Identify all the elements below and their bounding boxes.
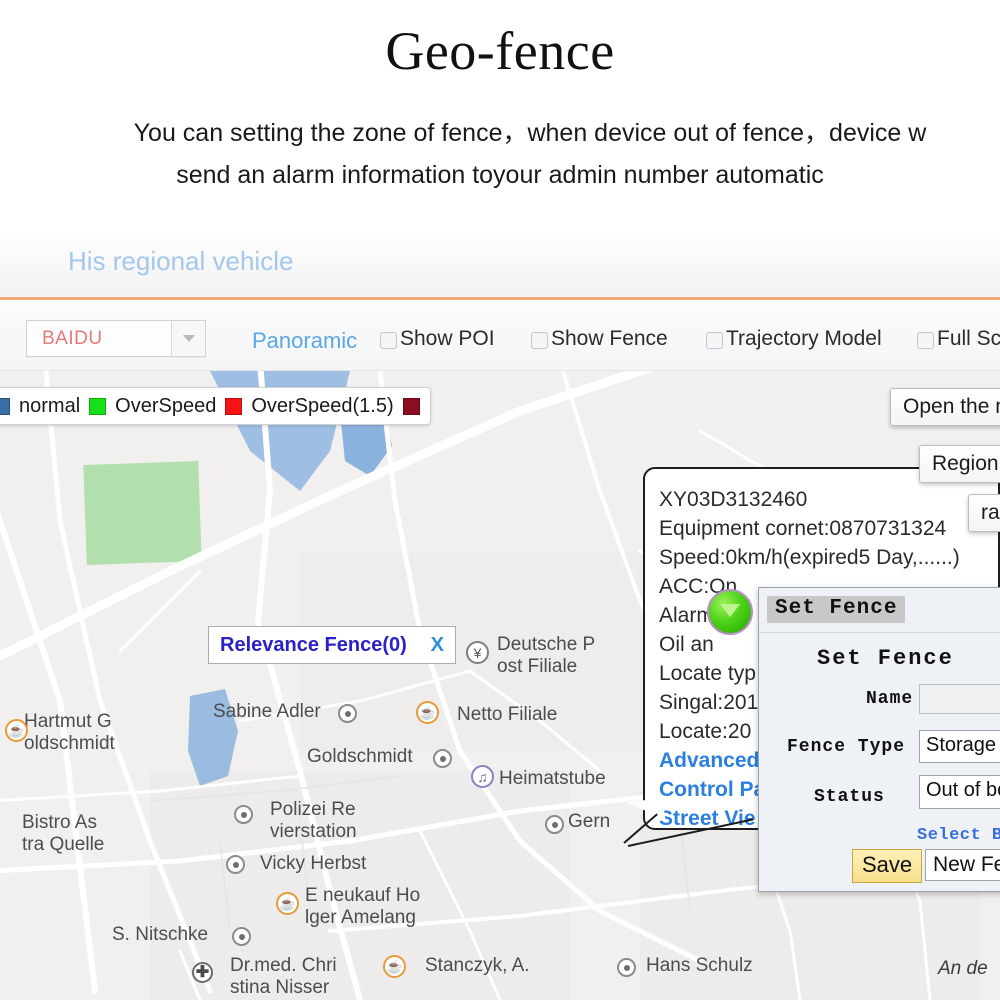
open-the-map-button[interactable]: Open the m [890, 388, 1000, 426]
region-button[interactable]: Region [919, 445, 1000, 483]
checkbox-icon[interactable] [531, 331, 548, 349]
checkbox-trajectory-model[interactable]: Trajectory Model [706, 327, 882, 351]
close-icon[interactable]: X [431, 634, 444, 657]
map-annotation: An de [938, 958, 988, 979]
map-label: Vicky Herbst [260, 853, 367, 874]
map-label: S. Nitschke [112, 924, 209, 945]
checkbox-icon[interactable] [380, 331, 397, 349]
subtitle-line-1: You can setting the zone of fence，when d… [133, 119, 927, 147]
fence-type-label: Fence Type [787, 737, 906, 757]
dialog-divider [759, 632, 1000, 633]
checkbox-icon[interactable] [706, 331, 723, 349]
hospital-icon: ✚ [192, 962, 213, 983]
map-label: Hartmut Goldschmidt [24, 711, 115, 754]
name-label: Name [866, 689, 914, 709]
checkbox-label: Trajectory Model [726, 327, 882, 350]
save-button[interactable]: Save [852, 849, 923, 883]
music-icon: ♫ [471, 765, 494, 788]
new-fence-field[interactable]: New Fe [925, 849, 1000, 881]
chevron-down-icon[interactable] [171, 321, 205, 356]
legend-label-overspeed15: OverSpeed(1.5) [251, 394, 394, 417]
legend-swatch-green [89, 397, 107, 415]
set-fence-dialog: Set Fence Set Fence Name Fence Type Stor… [758, 587, 1000, 892]
poi-dot-icon [433, 749, 452, 768]
checkbox-icon[interactable] [917, 331, 934, 349]
poi-dot-icon [338, 704, 357, 723]
map-label: Deutsche Post Filiale [497, 634, 596, 677]
legend-swatch-darkred [402, 397, 420, 415]
device-speed: Speed:0km/h(expired5 Day,......) [659, 546, 960, 569]
page-subtitle: You can setting the zone of fence，when d… [0, 112, 1000, 196]
subtitle-line-2: send an alarm information toyour admin n… [176, 161, 824, 189]
dialog-title: Set Fence [767, 596, 906, 623]
poi-dot-icon [232, 927, 251, 946]
bank-icon: ¥ [466, 641, 489, 664]
checkbox-label: Full Sc [937, 327, 1000, 350]
page-title: Geo-fence [385, 21, 615, 81]
restaurant-icon: ☕ [5, 719, 28, 742]
legend-label-normal: normal [19, 394, 81, 417]
map-label: Bistro As tra Quelle [22, 812, 105, 855]
poi-dot-icon [545, 815, 564, 834]
device-id: XY03D3132460 [659, 488, 808, 511]
radius-button[interactable]: ra [968, 494, 1000, 532]
relevance-fence-label: Relevance Fence(0) [220, 633, 407, 656]
speed-legend: normal OverSpeed OverSpeed(1.5) [0, 387, 431, 425]
map-provider-select[interactable]: BAIDU [26, 320, 206, 357]
poi-dot-icon [234, 805, 253, 824]
map-label: Sabine Adler [213, 701, 321, 722]
restaurant-icon: ☕ [276, 892, 299, 915]
poi-dot-icon [226, 855, 245, 874]
legend-label-overspeed: OverSpeed [115, 394, 217, 417]
map-label: Goldschmidt [307, 746, 413, 767]
checkbox-label: Show Fence [551, 327, 668, 350]
map-label: Dr.med. Chri stina Nisser [230, 955, 337, 998]
checkbox-label: Show POI [400, 327, 495, 350]
restaurant-icon: ☕ [383, 955, 406, 978]
slide-header: Geo-fence You can setting the zone of fe… [0, 0, 1000, 232]
map-label: Hans Schulz [646, 955, 753, 976]
status-select[interactable]: Out of bo [919, 775, 1000, 809]
poi-dot-icon [617, 958, 636, 977]
checkbox-full-screen[interactable]: Full Sc [917, 327, 1000, 351]
app-band-title: His regional vehicle [68, 246, 294, 276]
device-cornet: Equipment cornet:0870731324 [659, 517, 947, 540]
name-input[interactable] [919, 684, 1000, 714]
checkbox-show-poi[interactable]: Show POI [380, 327, 495, 351]
map-label: Stanczyk, A. [425, 955, 530, 976]
dialog-heading: Set Fence [817, 646, 954, 671]
slide-root: Geo-fence You can setting the zone of fe… [0, 0, 1000, 1000]
checkbox-show-fence[interactable]: Show Fence [531, 327, 668, 351]
panoramic-link[interactable]: Panoramic [252, 328, 357, 354]
map-label: Polizei Re vierstation [270, 799, 357, 842]
fence-type-select[interactable]: Storage [919, 730, 1000, 763]
map-label: E neukauf Ho lger Amelang [305, 885, 421, 928]
map-label: Heimatstube [499, 768, 606, 789]
relevance-fence-box[interactable]: Relevance Fence(0) X [208, 626, 456, 664]
map-provider-value: BAIDU [42, 327, 103, 349]
restaurant-icon: ☕ [416, 701, 439, 724]
status-label: Status [814, 787, 885, 807]
app-header-band: His regional vehicle [0, 232, 1000, 300]
legend-swatch-blue [0, 397, 10, 415]
status-online-icon [707, 589, 753, 635]
map-label: Netto Filiale [457, 704, 558, 725]
legend-swatch-red [225, 397, 243, 415]
select-by-link[interactable]: Select B: [917, 826, 1000, 845]
